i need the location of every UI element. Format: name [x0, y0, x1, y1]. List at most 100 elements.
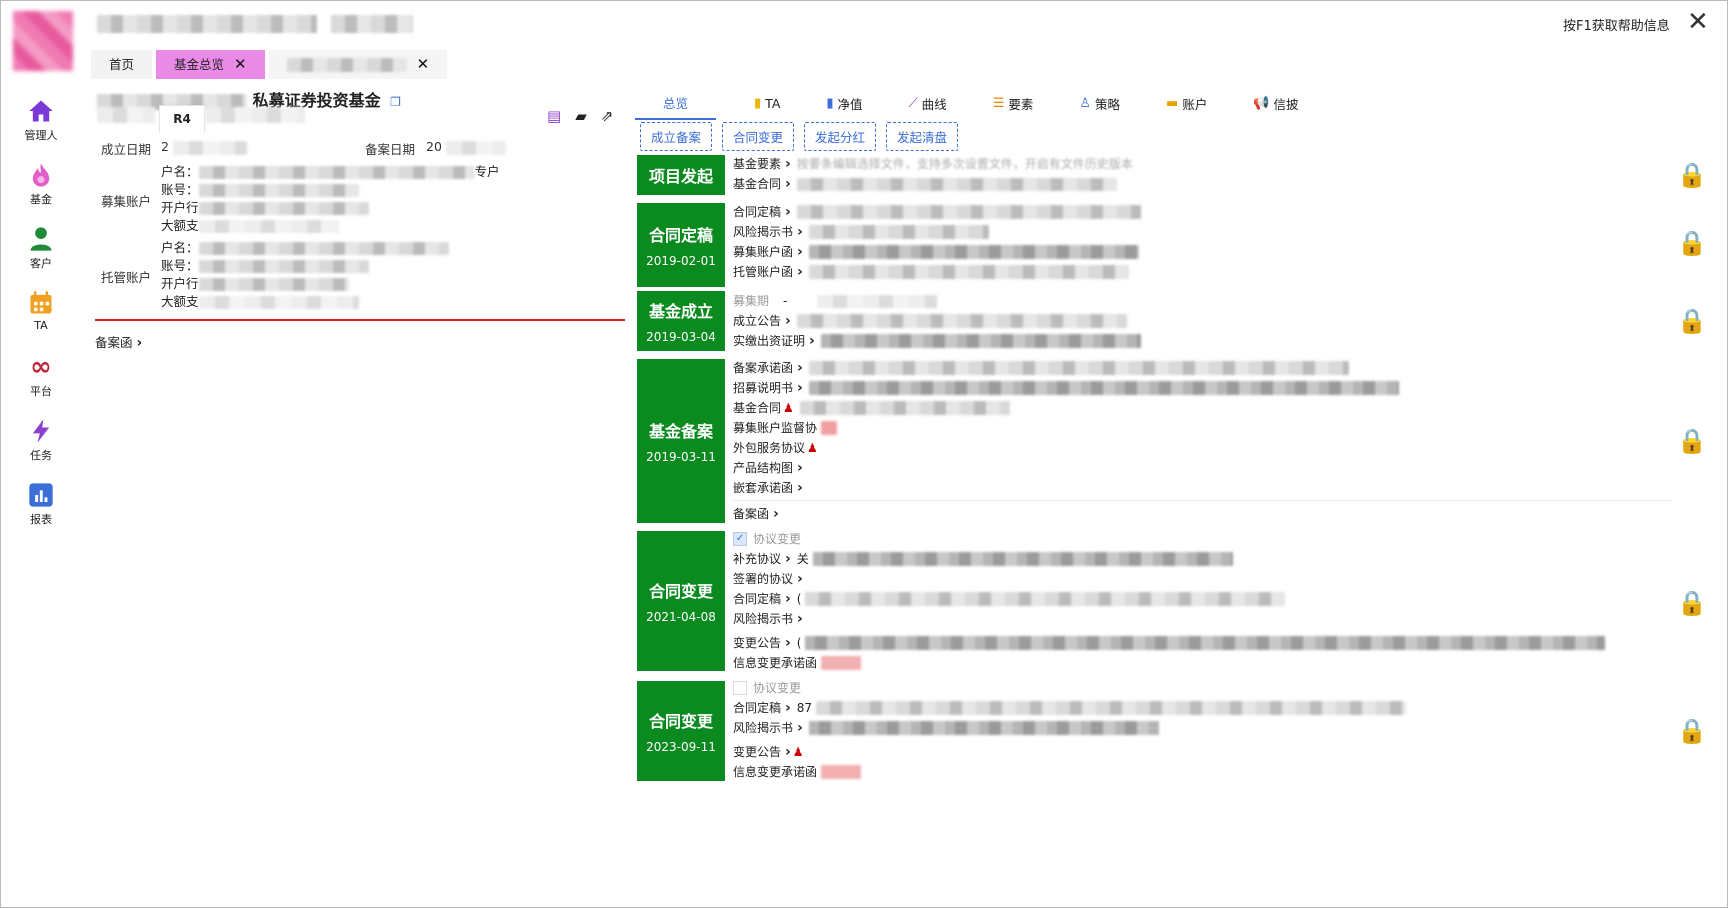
sidebar-item-label: 基金 [30, 193, 52, 206]
tab-elements[interactable]: ☰ 要素 [985, 89, 1042, 120]
list-item[interactable]: 签署的协议 › [733, 569, 1605, 589]
list-item[interactable]: 风险揭示书 › [733, 222, 1141, 242]
fund-actions: ▤ ▰ ⇗ [547, 107, 613, 125]
liquidation-button[interactable]: 发起清盘 [886, 122, 959, 151]
sidebar-item-label: TA [34, 319, 48, 332]
checkbox[interactable]: ✓ [733, 532, 747, 546]
list-item[interactable]: 嵌套承诺函 › [733, 478, 1399, 498]
list-item[interactable]: ✓ 协议变更 [733, 529, 1605, 549]
list-item[interactable]: 募集账户函 › [733, 242, 1141, 262]
tab-close-icon[interactable]: ✕ [417, 50, 430, 79]
lock-icon: 🔒 [1677, 427, 1707, 455]
sidebar-item-report[interactable]: 报表 [13, 481, 69, 545]
list-item[interactable]: 备案承诺函 › [733, 358, 1399, 378]
external-link-icon[interactable]: ⇗ [601, 107, 614, 125]
list-item[interactable]: 变更公告 › ♟ [733, 742, 1406, 762]
stamp-icon: ♟ [807, 441, 818, 455]
contract-change-button[interactable]: 合同变更 [722, 122, 795, 151]
stage-items: ✓ 协议变更 补充协议 › 关 签署的协议 › 合同定稿 ›( 风险揭示书 › 变更公告 ›(… [733, 529, 1606, 673]
avatar[interactable] [13, 11, 73, 71]
stage-title: 基金备案 [648, 422, 713, 441]
checkbox[interactable] [733, 681, 747, 695]
sidebar-item-task[interactable]: 任务 [13, 417, 69, 481]
close-icon[interactable]: ✕ [1687, 9, 1709, 35]
list-item[interactable]: 基金合同 ♟ [733, 398, 1399, 418]
sidebar-item-ta[interactable]: TA [13, 289, 69, 353]
stage-date: 2019-03-11 [646, 450, 716, 464]
infinity-icon: ∞ [30, 352, 52, 382]
raise-account-info: 户名： 专户 账号： 开户行 大额支 [161, 164, 500, 233]
record-date-value: 20 [426, 139, 506, 155]
stamp-icon: ♟ [783, 401, 794, 415]
megaphone-icon: 📢 [1253, 96, 1270, 111]
sidebar-item-label: 报表 [30, 513, 52, 526]
list-item[interactable]: 备案函 › [733, 504, 1399, 524]
stage-items: 合同定稿 › 风险揭示书 › 募集账户函 › 托管账户函 › [733, 202, 1141, 282]
list-item[interactable]: 外包服务协议 ♟ [733, 438, 1399, 458]
stage-date: 2019-02-01 [646, 254, 716, 268]
list-item[interactable]: 合同定稿 ›( [733, 589, 1605, 609]
tab-disclosure[interactable]: 📢 信披 [1245, 89, 1306, 120]
list-item[interactable]: 风险揭示书 › [733, 609, 1605, 629]
list-item[interactable]: 实缴出资证明 › [733, 331, 1141, 351]
sidebar: 管理人 基金 客户 TA ∞ 平台 任务 报表 [13, 97, 69, 545]
sidebar-item-manager[interactable]: 管理人 [13, 97, 69, 161]
stage-block[interactable]: 合同变更 2021-04-08 [637, 531, 725, 671]
list-item[interactable]: 托管账户函 › [733, 262, 1141, 282]
wallet-icon: ▬ [1166, 96, 1179, 111]
list-item[interactable]: 合同定稿 › [733, 202, 1141, 222]
stage-title: 合同变更 [648, 712, 713, 731]
record-date-label: 备案日期 [365, 142, 416, 157]
list-item[interactable]: 变更公告 ›( [733, 633, 1606, 653]
list-item[interactable]: 产品结构图 › [733, 458, 1399, 478]
stage-block[interactable]: 项目发起 [637, 155, 725, 195]
sidebar-item-customer[interactable]: 客户 [13, 225, 69, 289]
list-item[interactable]: 风险揭示书 › [733, 718, 1406, 738]
tab-overview[interactable]: 总览 [635, 89, 717, 120]
copy-icon[interactable]: ❐ [390, 95, 401, 109]
stage-items: 募集期 - 成立公告 › 实缴出资证明 › [733, 291, 1141, 351]
stage-date: 2023-09-11 [646, 740, 716, 754]
custody-account-info: 户名： 账号： 开户行 大额支 [161, 239, 449, 311]
tab-fund-detail[interactable]: ✕ [268, 50, 448, 79]
stage-block[interactable]: 基金备案 2019-03-11 [637, 359, 725, 523]
tab-home[interactable]: 首页 [91, 50, 153, 79]
sidebar-item-platform[interactable]: ∞ 平台 [13, 353, 69, 417]
list-item[interactable]: 基金要素 › 按要条编辑选择文件，支持多次设置文件，开启有文件历史版本 [733, 154, 1133, 174]
record-letter-link[interactable]: 备案函 › [95, 332, 142, 351]
action-button-group: 成立备案 合同变更 发起分红 发起清盘 [640, 122, 959, 151]
list-item[interactable]: 成立公告 › [733, 311, 1141, 331]
risk-level-tag: R4 [159, 105, 205, 133]
tab-account[interactable]: ▬ 账户 [1158, 89, 1215, 120]
stage-block[interactable]: 合同定稿 2019-02-01 [637, 203, 725, 287]
list-item[interactable]: 补充协议 › 关 [733, 549, 1605, 569]
tab-strategy[interactable]: ♙ 策略 [1071, 89, 1128, 120]
list-item[interactable]: 信息变更承诺函 [733, 653, 1605, 673]
strategy-icon: ♙ [1079, 96, 1092, 111]
list-item[interactable]: 基金合同 › [733, 174, 1133, 194]
dividend-button[interactable]: 发起分红 [804, 122, 877, 151]
tab-fund-overview[interactable]: 基金总览 ✕ [156, 50, 265, 79]
list-item[interactable]: 募集账户监督协 [733, 418, 1399, 438]
archive-icon[interactable]: ▤ [547, 107, 561, 125]
tab-curve[interactable]: ⟋ 曲线 [901, 89, 955, 120]
tab-bar: 首页 基金总览 ✕ ✕ [91, 50, 448, 80]
list-item[interactable]: 协议变更 [733, 678, 1406, 698]
folder-icon[interactable]: ▰ [575, 107, 587, 125]
tab-ta[interactable]: ▮ TA [746, 89, 788, 120]
list-item[interactable]: 信息变更承诺函 [733, 762, 1406, 782]
stage-block[interactable]: 基金成立 2019-03-04 [637, 291, 725, 351]
tab-close-icon[interactable]: ✕ [234, 50, 247, 79]
establish-record-button[interactable]: 成立备案 [640, 122, 713, 151]
stage-date: 2019-03-04 [646, 330, 716, 344]
sidebar-item-label: 管理人 [24, 129, 58, 142]
custody-account-label: 托管账户 [101, 270, 152, 285]
bar-chart-icon [29, 483, 53, 507]
sidebar-item-label: 平台 [30, 385, 52, 398]
sidebar-item-fund[interactable]: 基金 [13, 161, 69, 225]
list-item[interactable]: 合同定稿 › 87 [733, 698, 1407, 718]
list-item[interactable]: 招募说明书 › [733, 378, 1399, 398]
calendar-icon [30, 291, 52, 314]
stage-block[interactable]: 合同变更 2023-09-11 [637, 681, 725, 781]
tab-nav[interactable]: ▮ 净值 [818, 89, 870, 120]
